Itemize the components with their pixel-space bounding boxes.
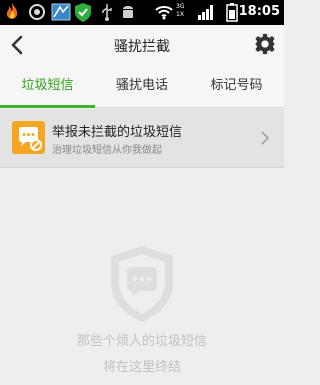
status-bar: 3G 1X 18:05 (0, 0, 284, 25)
usb-icon (102, 4, 112, 21)
report-spam-banner[interactable]: 举报未拦截的垃圾短信 治理垃圾短信从你我做起 (0, 109, 284, 168)
report-title: 举报未拦截的垃圾短信 (52, 125, 183, 140)
sync-icon (29, 4, 45, 20)
screen-icon (51, 3, 71, 21)
shield-check-icon (75, 3, 91, 22)
tab-spam-sms[interactable]: 垃圾短信 (0, 65, 95, 107)
tab-bar: 垃圾短信 骚扰电话 标记号码 (0, 65, 284, 108)
network-label-1x: 1X (176, 11, 184, 18)
empty-state-line1: 那些个烦人的垃圾短信 (76, 334, 207, 349)
network-labels: 3G 1X (176, 3, 196, 19)
android-debug-icon (123, 6, 133, 18)
flame-icon (6, 3, 18, 19)
shield-message-icon (111, 246, 173, 322)
title-bar: 骚扰拦截 (0, 25, 284, 65)
tab-marked-numbers[interactable]: 标记号码 (189, 65, 284, 107)
tab-harass-calls[interactable]: 骚扰电话 (95, 65, 189, 107)
screen: 3G 1X 18:05 骚扰拦截 垃圾短信 骚扰电话 标记号码 举报未拦截的垃圾… (0, 0, 284, 385)
signal-icon (198, 5, 213, 20)
status-time: 18:05 (238, 4, 280, 19)
battery-icon (226, 3, 238, 22)
chevron-right-icon (261, 131, 270, 145)
active-tab-indicator (0, 105, 95, 108)
network-label-3g: 3G (176, 3, 185, 10)
wifi-icon (155, 6, 173, 20)
gear-icon[interactable] (254, 33, 276, 55)
chat-block-icon (12, 121, 45, 154)
empty-state-line2: 将在这里终结 (102, 360, 181, 375)
report-subtitle: 治理垃圾短信从你我做起 (52, 145, 162, 156)
page-title: 骚扰拦截 (114, 39, 170, 55)
